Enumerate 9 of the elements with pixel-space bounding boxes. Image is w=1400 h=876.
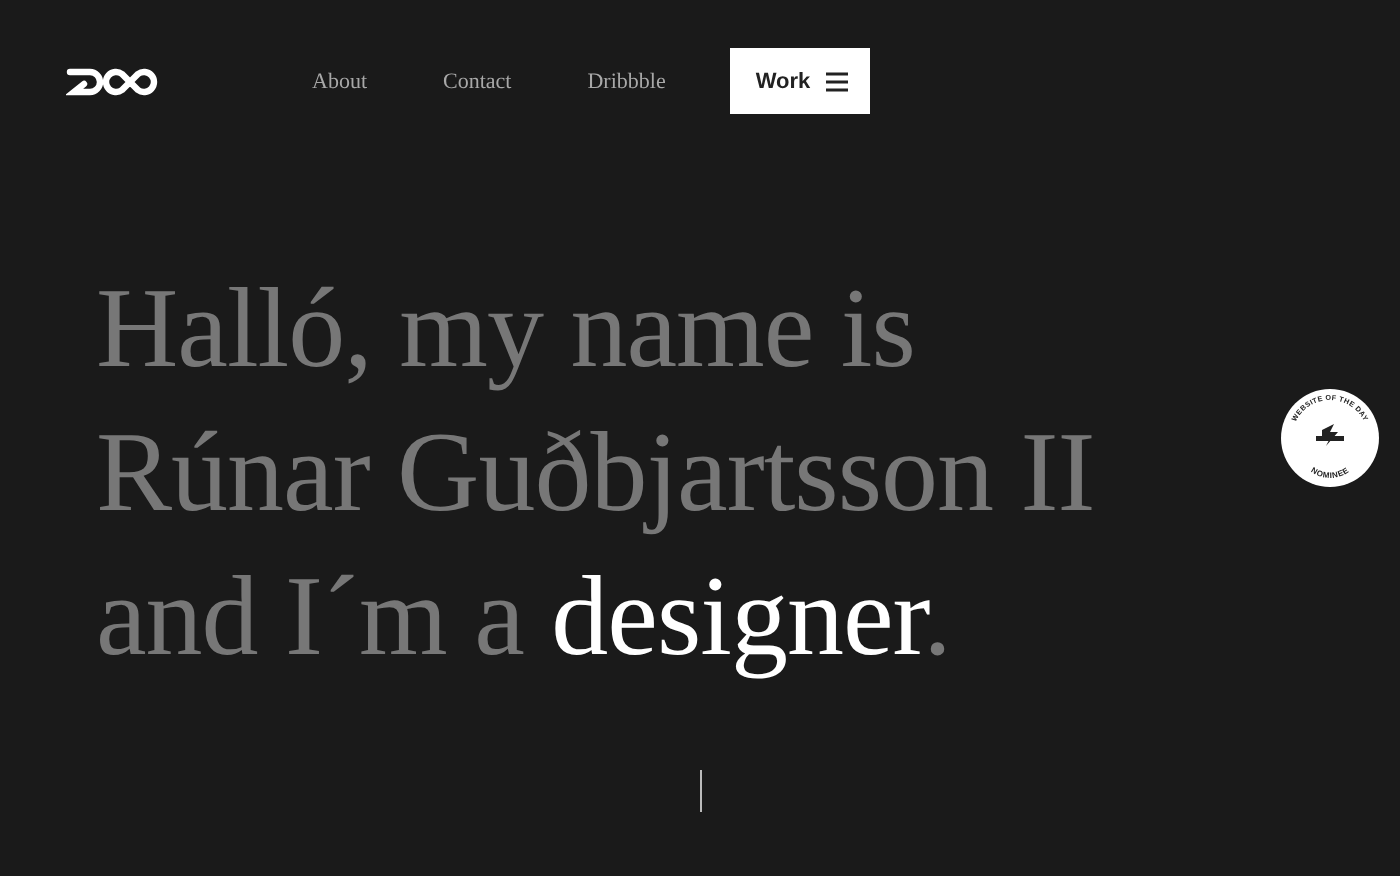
- menu-icon: [826, 71, 849, 91]
- nav-link[interactable]: About: [312, 69, 367, 93]
- nav-link[interactable]: Contact: [443, 69, 512, 93]
- headline-text: Halló, my name is: [96, 264, 915, 396]
- headline-text: and I´m a designer.: [96, 552, 951, 684]
- headline-text: Rúnar Guðbjartsson II: [96, 408, 1095, 540]
- scroll-line: [700, 770, 702, 812]
- work-menu-button[interactable]: Work: [729, 48, 871, 114]
- nav-link[interactable]: Dribbble: [587, 69, 666, 93]
